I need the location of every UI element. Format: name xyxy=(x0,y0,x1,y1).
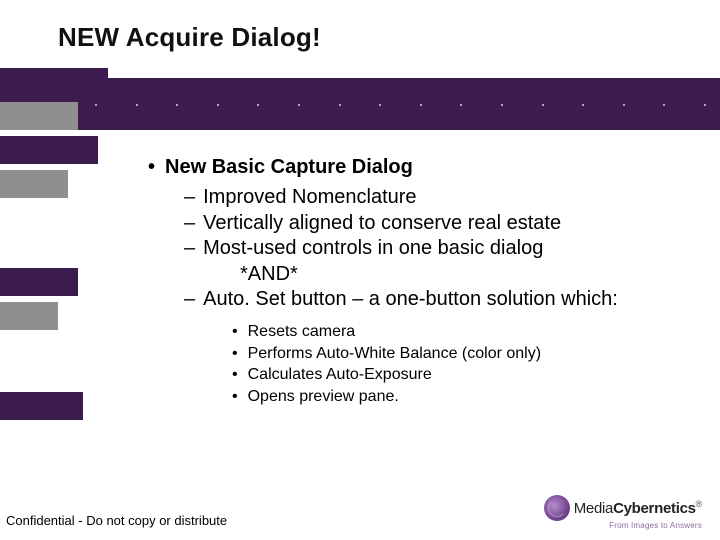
deco-bar xyxy=(0,268,78,296)
logo-text: MediaCybernetics® xyxy=(574,499,702,517)
deco-bar xyxy=(0,136,98,164)
bullet-level3: •Calculates Auto-Exposure xyxy=(232,364,690,386)
logo-swirl-icon xyxy=(544,495,570,521)
bullet-level3: •Performs Auto-White Balance (color only… xyxy=(232,343,690,365)
deco-bar xyxy=(0,170,68,198)
confidential-footer: Confidential - Do not copy or distribute xyxy=(6,513,227,528)
content-body: •New Basic Capture Dialog –Improved Nome… xyxy=(148,156,690,407)
bullet-level2: –Improved Nomenclature xyxy=(184,185,690,211)
deco-bar xyxy=(0,392,83,420)
bullet-level3: •Opens preview pane. xyxy=(232,386,690,408)
bullet-level2: –Auto. Set button – a one-button solutio… xyxy=(184,287,690,313)
bullet-level2-group: –Improved Nomenclature –Vertically align… xyxy=(148,185,690,313)
bullet-level1: •New Basic Capture Dialog xyxy=(148,156,690,179)
brand-logo: MediaCybernetics® From Images to Answers xyxy=(544,495,702,530)
dotted-divider xyxy=(0,104,720,106)
bullet-level2: –Most-used controls in one basic dialog xyxy=(184,236,690,262)
and-marker: *AND* xyxy=(184,262,690,288)
bullet-level3-group: •Resets camera •Performs Auto-White Bala… xyxy=(148,321,690,407)
deco-bar xyxy=(0,302,58,330)
deco-bar xyxy=(0,102,78,130)
title-region: NEW Acquire Dialog! xyxy=(0,0,720,78)
slide-title: NEW Acquire Dialog! xyxy=(58,22,720,53)
bullet-level2: –Vertically aligned to conserve real est… xyxy=(184,211,690,237)
bullet-level3: •Resets camera xyxy=(232,321,690,343)
bullet-text: New Basic Capture Dialog xyxy=(165,156,413,178)
logo-tagline: From Images to Answers xyxy=(544,521,702,530)
deco-bar xyxy=(0,68,108,96)
